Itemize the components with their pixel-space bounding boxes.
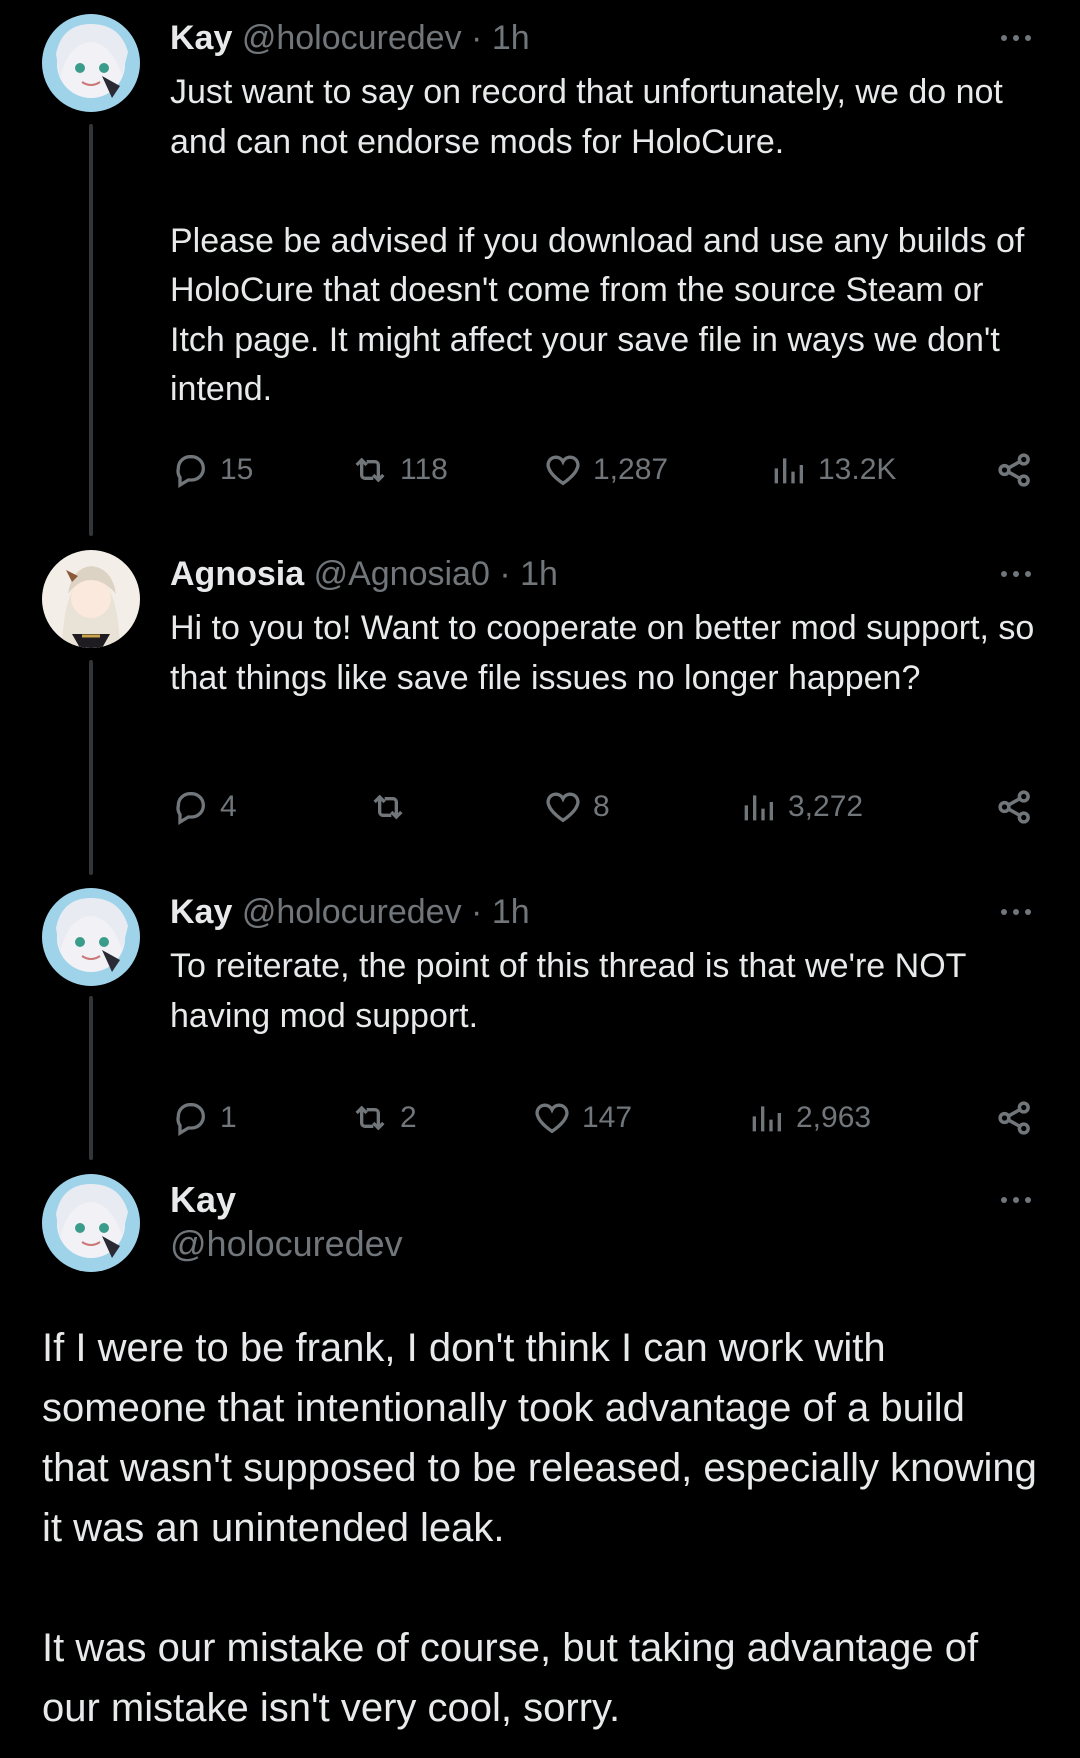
repost-button[interactable] xyxy=(368,782,418,832)
repost-icon xyxy=(355,457,385,483)
share-icon xyxy=(998,790,1030,824)
repost-count: 118 xyxy=(400,453,448,486)
handle[interactable]: @holocuredev xyxy=(170,1222,403,1266)
display-name[interactable]: Agnosia xyxy=(170,555,304,593)
reply-icon xyxy=(176,455,205,488)
more-icon[interactable] xyxy=(996,902,1036,922)
avatar[interactable] xyxy=(42,550,140,648)
tweet-header: Kay @holocuredev · 1h xyxy=(170,16,1040,60)
thread-line xyxy=(89,660,93,875)
tweet-header: Kay @holocuredev xyxy=(170,1178,403,1266)
repost-count: 2 xyxy=(400,1101,417,1134)
timestamp[interactable]: 1h xyxy=(520,555,558,593)
tweet-text: To reiterate, the point of this thread i… xyxy=(170,947,966,1035)
like-button[interactable]: 1,287 xyxy=(543,445,668,495)
tweet-header: Agnosia @Agnosia0 · 1h xyxy=(170,552,1040,596)
display-name[interactable]: Kay xyxy=(170,893,232,931)
view-count: 13.2K xyxy=(818,453,897,486)
repost-button[interactable]: 2 xyxy=(350,1093,417,1143)
reply-icon xyxy=(176,1103,205,1136)
display-name[interactable]: Kay xyxy=(170,19,232,57)
repost-icon xyxy=(355,1105,385,1131)
views-button[interactable]: 13.2K xyxy=(768,445,896,495)
repost-button[interactable]: 118 xyxy=(350,445,448,495)
timestamp[interactable]: 1h xyxy=(492,19,530,57)
reply-count: 15 xyxy=(220,453,254,486)
heart-icon xyxy=(546,792,580,823)
share-icon xyxy=(998,1101,1030,1135)
tweet[interactable]: Agnosia @Agnosia0 · 1h Hi to you to! Wan… xyxy=(0,530,1080,875)
like-count: 8 xyxy=(593,790,610,823)
view-count: 2,963 xyxy=(796,1101,872,1134)
avatar[interactable] xyxy=(42,888,140,986)
more-icon[interactable] xyxy=(996,1190,1036,1210)
reply-count: 1 xyxy=(220,1101,237,1134)
handle[interactable]: @Agnosia0 xyxy=(314,555,490,593)
action-bar: 1 2 147 2,963 xyxy=(0,1093,1080,1143)
display-name[interactable]: Kay xyxy=(170,1178,403,1222)
share-button[interactable] xyxy=(994,1093,1036,1143)
share-button[interactable] xyxy=(994,782,1036,832)
avatar[interactable] xyxy=(42,1174,140,1272)
views-icon xyxy=(752,1106,781,1132)
like-button[interactable]: 147 xyxy=(532,1093,632,1143)
reply-count: 4 xyxy=(220,790,237,823)
like-count: 1,287 xyxy=(593,453,669,486)
action-bar: 15 118 1,287 13.2K xyxy=(0,445,1080,495)
handle[interactable]: @holocuredev xyxy=(242,893,462,931)
avatar[interactable] xyxy=(42,14,140,112)
separator: · xyxy=(471,19,483,57)
views-button[interactable]: 2,963 xyxy=(746,1093,871,1143)
tweet[interactable]: Kay @holocuredev · 1h To reiterate, the … xyxy=(0,870,1080,1170)
reply-icon xyxy=(176,792,205,825)
heart-icon xyxy=(535,1103,569,1134)
like-count: 147 xyxy=(582,1101,633,1134)
more-icon[interactable] xyxy=(996,564,1036,584)
share-button[interactable] xyxy=(994,445,1036,495)
more-icon[interactable] xyxy=(996,28,1036,48)
tweet[interactable]: Kay @holocuredev · 1h Just want to say o… xyxy=(0,0,1080,536)
view-count: 3,272 xyxy=(788,790,864,823)
tweet-header: Kay @holocuredev · 1h xyxy=(170,890,1040,934)
share-icon xyxy=(998,453,1030,487)
action-bar: 4 8 3,272 xyxy=(0,782,1080,832)
heart-icon xyxy=(546,455,580,486)
views-icon xyxy=(744,795,773,821)
main-tweet[interactable]: Kay @holocuredev If I were to be frank, … xyxy=(0,1170,1080,1758)
tweet-text: If I were to be frank, I don't think I c… xyxy=(42,1326,1037,1730)
like-button[interactable]: 8 xyxy=(543,782,610,832)
reply-button[interactable]: 15 xyxy=(170,445,253,495)
views-icon xyxy=(774,458,803,484)
tweet-text: Hi to you to! Want to cooperate on bette… xyxy=(170,609,1035,697)
reply-button[interactable]: 4 xyxy=(170,782,237,832)
separator: · xyxy=(471,893,483,931)
handle[interactable]: @holocuredev xyxy=(242,19,462,57)
tweet-text: Just want to say on record that unfortun… xyxy=(170,73,1025,408)
reply-button[interactable]: 1 xyxy=(170,1093,237,1143)
repost-icon xyxy=(373,794,403,820)
timestamp[interactable]: 1h xyxy=(492,893,530,931)
separator: · xyxy=(499,555,511,593)
views-button[interactable]: 3,272 xyxy=(738,782,863,832)
